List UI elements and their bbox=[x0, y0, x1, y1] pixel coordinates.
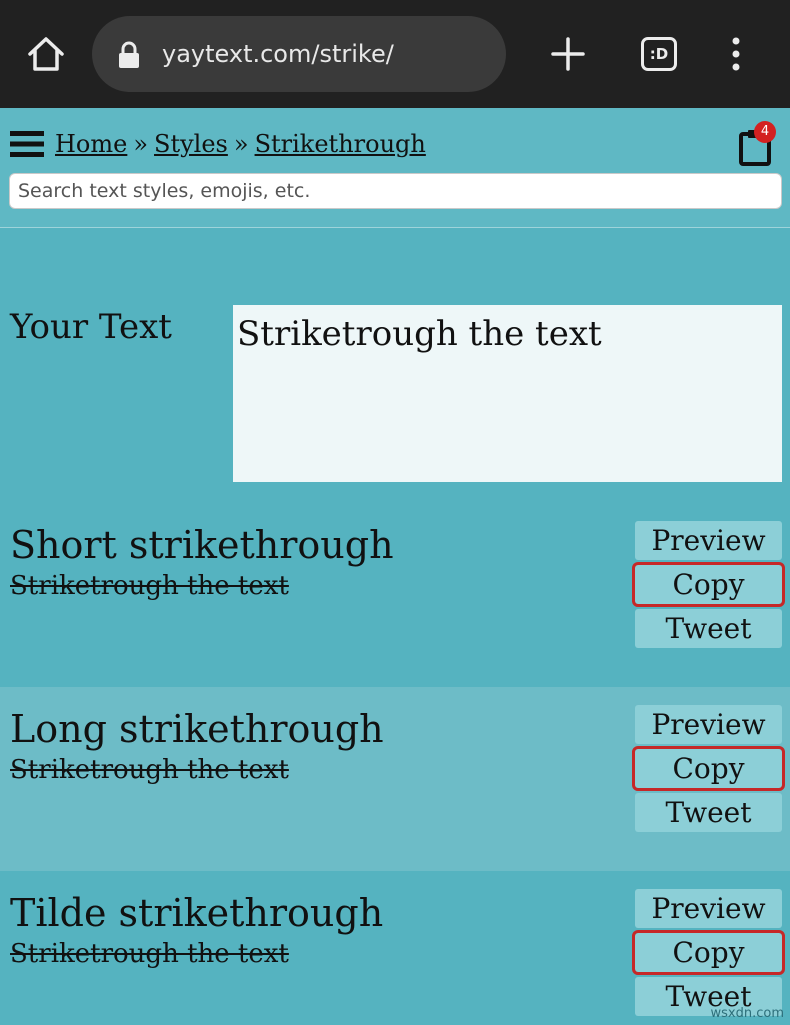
preview-button[interactable]: Preview bbox=[635, 705, 782, 744]
breadcrumb-styles-link[interactable]: Styles bbox=[154, 130, 228, 158]
search-input[interactable] bbox=[9, 173, 782, 209]
style-title: Tilde strikethrough bbox=[10, 891, 384, 935]
breadcrumb: Home» Styles» Strikethrough bbox=[55, 128, 426, 160]
style-sample: Striketrough the text bbox=[10, 571, 289, 601]
copy-button[interactable]: Copy bbox=[632, 930, 785, 975]
clipboard-count-badge: 4 bbox=[754, 121, 776, 143]
address-bar[interactable]: yaytext.com/strike/ bbox=[92, 16, 506, 92]
tab-switcher-button[interactable]: :D bbox=[641, 37, 677, 71]
more-options-icon[interactable] bbox=[726, 36, 746, 72]
your-text-label: Your Text bbox=[10, 307, 172, 347]
url-text[interactable]: yaytext.com/strike/ bbox=[162, 38, 394, 70]
breadcrumb-home-link[interactable]: Home bbox=[55, 130, 127, 158]
lock-icon bbox=[119, 41, 139, 68]
style-title: Short strikethrough bbox=[10, 523, 394, 567]
tweet-button[interactable]: Tweet bbox=[635, 609, 782, 648]
your-text-input[interactable]: Striketrough the text bbox=[233, 305, 782, 482]
preview-button[interactable]: Preview bbox=[635, 889, 782, 928]
browser-toolbar: yaytext.com/strike/ :D bbox=[0, 0, 790, 108]
style-row-short: Short strikethrough Striketrough the tex… bbox=[0, 503, 790, 687]
breadcrumb-separator: » bbox=[133, 130, 149, 158]
style-row-tilde: Tilde strikethrough Striketrough the tex… bbox=[0, 871, 790, 1025]
hamburger-menu-icon[interactable] bbox=[10, 129, 44, 159]
style-row-long: Long strikethrough Striketrough the text… bbox=[0, 687, 790, 871]
copy-button[interactable]: Copy bbox=[632, 746, 785, 791]
breadcrumb-separator: » bbox=[233, 130, 249, 158]
site-header bbox=[0, 108, 790, 228]
tweet-button[interactable]: Tweet bbox=[635, 793, 782, 832]
home-icon[interactable] bbox=[24, 32, 68, 76]
new-tab-icon[interactable] bbox=[550, 36, 586, 72]
style-title: Long strikethrough bbox=[10, 707, 384, 751]
style-sample: Striketrough the text bbox=[10, 939, 289, 969]
breadcrumb-strikethrough-link[interactable]: Strikethrough bbox=[255, 130, 426, 158]
style-sample: Striketrough the text bbox=[10, 755, 289, 785]
copy-button[interactable]: Copy bbox=[632, 562, 785, 607]
watermark: wsxdn.com bbox=[710, 1006, 785, 1021]
preview-button[interactable]: Preview bbox=[635, 521, 782, 560]
